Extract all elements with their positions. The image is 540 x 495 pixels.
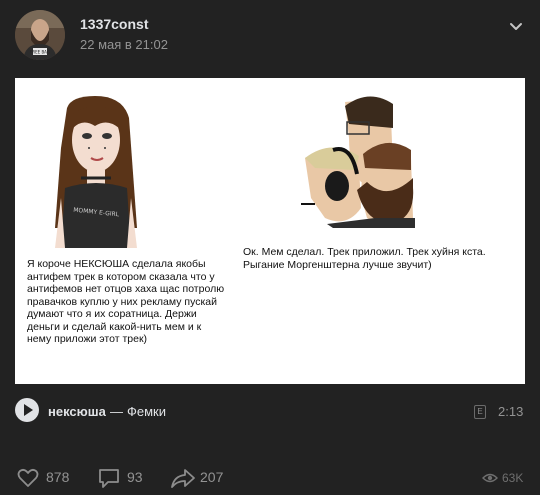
- play-icon: [24, 404, 33, 416]
- chad-group: [301, 96, 415, 228]
- meme-left-caption: Я короче НЕКСЮША сделала якобы антифем т…: [27, 258, 225, 345]
- author-name[interactable]: 1337const: [80, 16, 148, 32]
- avatar-photo: FREE BAG: [15, 10, 65, 60]
- audio-artist[interactable]: нексюша: [48, 404, 106, 419]
- audio-attachment: нексюша — Фемки E 2:13: [0, 395, 540, 429]
- share-icon: [171, 469, 195, 488]
- comment-count: 93: [127, 469, 143, 485]
- eye-icon: [482, 473, 498, 483]
- like-count: 878: [46, 469, 70, 485]
- post-actions: 878 93 207 63K: [0, 458, 540, 494]
- comment-icon: [99, 469, 119, 488]
- view-count: 63K: [502, 471, 524, 485]
- views-counter: 63K: [482, 470, 530, 488]
- like-button[interactable]: 878: [16, 466, 76, 490]
- audio-separator: —: [110, 404, 123, 419]
- audio-duration: 2:13: [498, 404, 524, 419]
- share-button[interactable]: 207: [170, 466, 230, 490]
- heart-icon: [17, 468, 39, 487]
- explicit-badge: E: [474, 405, 486, 419]
- author-avatar[interactable]: FREE BAG: [15, 10, 65, 60]
- comment-button[interactable]: 93: [97, 466, 149, 490]
- egirl-character: MOMMY E-GIRL: [55, 96, 137, 248]
- chevron-down-icon[interactable]: [508, 18, 524, 34]
- play-button[interactable]: [15, 398, 39, 422]
- avatar-shirt-text: FREE BAG: [30, 50, 50, 55]
- post-image[interactable]: MOMMY E-GIRL Я короче НЕКСЮША сделала як…: [15, 78, 525, 384]
- share-count: 207: [200, 469, 224, 485]
- audio-title[interactable]: Фемки: [127, 404, 166, 419]
- post-header: FREE BAG 1337const 22 мая в 21:02: [0, 0, 540, 70]
- post-date[interactable]: 22 мая в 21:02: [80, 37, 168, 52]
- meme-right-caption: Ок. Мем сделал. Трек приложил. Трек хуйн…: [243, 246, 486, 271]
